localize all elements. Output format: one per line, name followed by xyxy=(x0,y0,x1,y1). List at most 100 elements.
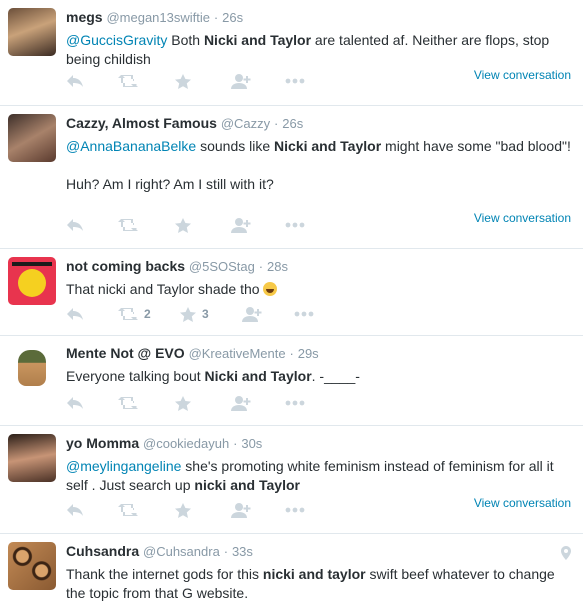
user-fullname[interactable]: Cuhsandra xyxy=(66,543,139,559)
separator-dot: · xyxy=(223,544,229,559)
user-fullname[interactable]: Mente Not @ EVO xyxy=(66,345,185,361)
tweet-time[interactable]: 33s xyxy=(232,544,253,559)
tweet-actions xyxy=(66,72,325,90)
tweet-text-segment: Both xyxy=(167,32,204,48)
tweet[interactable]: yo Momma @cookiedayuh · 30s @meylingange… xyxy=(0,426,583,534)
more-button[interactable] xyxy=(285,400,325,406)
retweet-button[interactable] xyxy=(118,503,175,517)
tweet-content: not coming backs @5SOStag · 28s That nic… xyxy=(66,257,573,299)
tweet-time[interactable]: 29s xyxy=(298,346,319,361)
view-conversation-link[interactable]: View conversation xyxy=(474,211,571,225)
more-button[interactable] xyxy=(285,222,325,228)
more-button[interactable] xyxy=(294,311,334,317)
avatar[interactable] xyxy=(8,434,56,482)
star-icon xyxy=(175,395,191,411)
user-fullname[interactable]: megs xyxy=(66,9,103,25)
view-conversation-link[interactable]: View conversation xyxy=(474,496,571,510)
tweet[interactable]: megs @megan13swiftie · 26s @GuccisGravit… xyxy=(0,0,583,106)
tweet[interactable]: Mente Not @ EVO @KreativeMente · 29s Eve… xyxy=(0,336,583,426)
tweet-text: Everyone talking bout Nicki and Taylor. … xyxy=(66,367,573,386)
follow-button[interactable] xyxy=(231,502,285,518)
tweet-text: @GuccisGravity Both Nicki and Taylor are… xyxy=(66,31,573,69)
more-button[interactable] xyxy=(285,507,325,513)
avatar[interactable] xyxy=(8,542,56,590)
tweet-text-segment: might have some "bad blood"! xyxy=(381,138,571,154)
mention-link[interactable]: @GuccisGravity xyxy=(66,32,167,48)
user-fullname[interactable]: not coming backs xyxy=(66,258,185,274)
tweet-text-segment: sounds like xyxy=(196,138,275,154)
tweet-feed: megs @megan13swiftie · 26s @GuccisGravit… xyxy=(0,0,583,615)
tweet-header: Mente Not @ EVO @KreativeMente · 29s xyxy=(66,344,573,363)
retweet-button[interactable]: 2 xyxy=(118,307,180,321)
user-handle[interactable]: @megan13swiftie xyxy=(106,10,210,25)
favorite-button[interactable] xyxy=(175,217,231,233)
tweet-actions: 23 xyxy=(66,305,334,323)
tweet-actions xyxy=(66,501,325,519)
avatar[interactable] xyxy=(8,114,56,162)
highlighted-term: nicki and Taylor xyxy=(194,477,300,493)
tweet-time[interactable]: 30s xyxy=(241,436,262,451)
favorite-button[interactable]: 3 xyxy=(180,306,242,322)
avatar-caption xyxy=(12,262,52,266)
highlighted-term: Nicki and Taylor xyxy=(204,368,312,384)
avatar[interactable] xyxy=(8,257,56,305)
retweet-icon xyxy=(118,307,138,321)
retweet-button[interactable] xyxy=(118,74,175,88)
tweet-header: yo Momma @cookiedayuh · 30s xyxy=(66,434,573,453)
avatar[interactable] xyxy=(8,8,56,56)
reply-button[interactable] xyxy=(66,218,118,232)
mention-link[interactable]: @meylingangeline xyxy=(66,458,181,474)
tweet[interactable]: not coming backs @5SOStag · 28s That nic… xyxy=(0,249,583,336)
follow-button[interactable] xyxy=(231,217,285,233)
view-conversation-link[interactable]: View conversation xyxy=(474,68,571,82)
user-handle[interactable]: @Cuhsandra xyxy=(143,544,220,559)
tweet-header: not coming backs @5SOStag · 28s xyxy=(66,257,573,276)
more-button[interactable] xyxy=(285,78,325,84)
user-handle[interactable]: @KreativeMente xyxy=(189,346,286,361)
tweet-content: yo Momma @cookiedayuh · 30s @meylingange… xyxy=(66,434,573,495)
reply-icon xyxy=(66,218,84,232)
separator-dot: · xyxy=(213,10,219,25)
tweet-time[interactable]: 28s xyxy=(267,259,288,274)
tweet-header: megs @megan13swiftie · 26s xyxy=(66,8,573,27)
tears-of-joy-emoji xyxy=(263,282,278,296)
reply-icon xyxy=(66,503,84,517)
avatar[interactable] xyxy=(8,344,56,392)
reply-button[interactable] xyxy=(66,74,118,88)
follow-button[interactable] xyxy=(231,73,285,89)
favorite-button[interactable] xyxy=(175,73,231,89)
tweet-time[interactable]: 26s xyxy=(222,10,243,25)
retweet-icon xyxy=(118,396,138,410)
favorite-button[interactable] xyxy=(175,395,231,411)
reply-button[interactable] xyxy=(66,396,118,410)
follow-icon xyxy=(242,306,262,322)
reply-button[interactable] xyxy=(66,307,118,321)
user-handle[interactable]: @5SOStag xyxy=(189,259,255,274)
tweet-text-segment: . -____- xyxy=(311,368,360,384)
follow-icon xyxy=(231,73,251,89)
user-handle[interactable]: @cookiedayuh xyxy=(143,436,229,451)
tweet[interactable]: Cuhsandra @Cuhsandra · 33s Thank the int… xyxy=(0,534,583,615)
reply-icon xyxy=(66,396,84,410)
favorite-button[interactable] xyxy=(175,502,231,518)
tweet-content: Cazzy, Almost Famous @Cazzy · 26s @AnnaB… xyxy=(66,114,573,194)
retweet-button[interactable] xyxy=(118,218,175,232)
mention-link[interactable]: @AnnaBananaBelke xyxy=(66,138,196,154)
reply-button[interactable] xyxy=(66,503,118,517)
user-fullname[interactable]: Cazzy, Almost Famous xyxy=(66,115,217,131)
tweet[interactable]: Cazzy, Almost Famous @Cazzy · 26s @AnnaB… xyxy=(0,106,583,249)
reply-icon xyxy=(66,307,84,321)
highlighted-term: Nicki and Taylor xyxy=(203,32,312,48)
user-fullname[interactable]: yo Momma xyxy=(66,435,139,451)
tweet-text-segment: Thank the internet gods for this xyxy=(66,566,263,582)
retweet-button[interactable] xyxy=(118,396,175,410)
follow-button[interactable] xyxy=(231,395,285,411)
follow-button[interactable] xyxy=(242,306,294,322)
tweet-time[interactable]: 26s xyxy=(282,116,303,131)
highlighted-term: Nicki and Taylor xyxy=(274,138,382,154)
follow-icon xyxy=(231,395,251,411)
retweet-icon xyxy=(118,503,138,517)
user-handle[interactable]: @Cazzy xyxy=(221,116,270,131)
more-icon xyxy=(285,400,305,406)
reply-icon xyxy=(66,74,84,88)
